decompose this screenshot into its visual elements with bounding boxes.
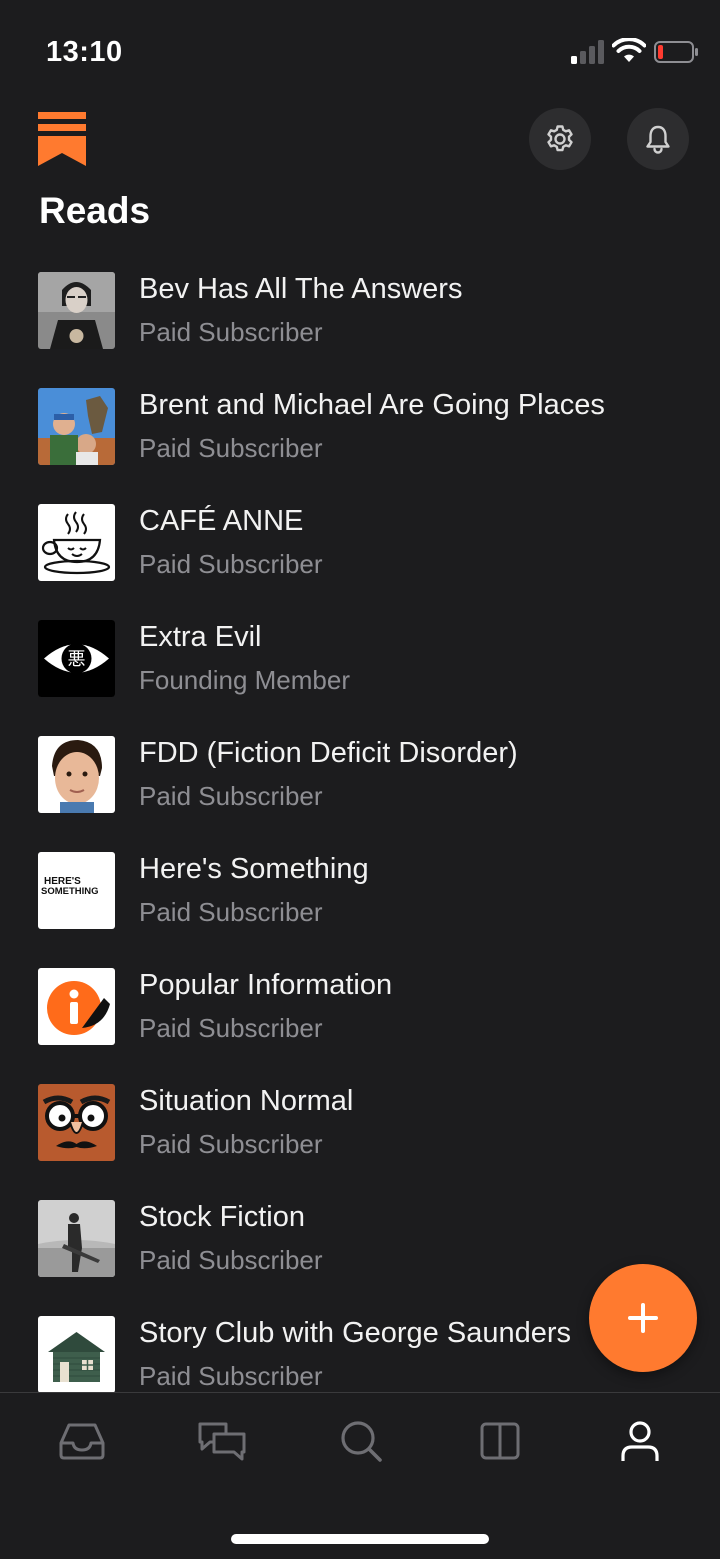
settings-icon <box>547 125 573 152</box>
publication-name: Brent and Michael Are Going Places <box>139 389 605 421</box>
publication-thumbnail <box>38 1084 115 1161</box>
notifications-button[interactable] <box>627 108 689 170</box>
bell-icon <box>646 125 670 154</box>
tab-search[interactable] <box>333 1415 389 1467</box>
thumb-text-line2: SOMETHING <box>41 886 99 897</box>
publication-thumbnail <box>38 504 115 581</box>
add-publication-button[interactable] <box>589 1264 697 1372</box>
subscription-status: Paid Subscriber <box>139 317 323 347</box>
publication-name: Popular Information <box>139 969 393 1001</box>
search-icon <box>341 1421 382 1462</box>
publication-name: Bev Has All The Answers <box>139 273 463 305</box>
publication-name: Extra Evil <box>139 621 262 653</box>
publication-thumbnail <box>38 1316 115 1392</box>
profile-icon <box>621 1421 659 1461</box>
tab-reader[interactable] <box>472 1415 528 1467</box>
inbox-icon <box>59 1423 105 1460</box>
wifi-icon <box>612 38 646 62</box>
cellular-signal-icon <box>571 40 604 64</box>
subscription-status: Paid Subscriber <box>139 1361 323 1391</box>
app-screen: 13:10 Reads Bev Has All The Answers Paid… <box>0 0 720 1559</box>
publication-name: Stock Fiction <box>139 1201 305 1233</box>
status-time: 13:10 <box>46 36 123 68</box>
list-item[interactable]: 悪 Extra Evil Founding Member <box>0 610 720 726</box>
list-item[interactable]: FDD (Fiction Deficit Disorder) Paid Subs… <box>0 726 720 842</box>
plus-icon <box>628 1303 658 1333</box>
chat-icon <box>198 1422 246 1461</box>
list-item[interactable]: Bev Has All The Answers Paid Subscriber <box>0 262 720 378</box>
publication-thumbnail <box>38 388 115 465</box>
subscription-status: Paid Subscriber <box>139 433 323 463</box>
page-title: Reads <box>39 190 151 231</box>
subscription-status: Paid Subscriber <box>139 1245 323 1275</box>
subscription-status: Paid Subscriber <box>139 1129 323 1159</box>
publication-thumbnail: HERE'S SOMETHING <box>38 852 115 929</box>
publication-name: Situation Normal <box>139 1085 354 1117</box>
publication-thumbnail <box>38 272 115 349</box>
publication-name: CAFÉ ANNE <box>139 505 304 537</box>
publication-thumbnail <box>38 736 115 813</box>
tab-chat[interactable] <box>194 1415 250 1467</box>
reader-icon <box>480 1422 520 1460</box>
substack-logo <box>38 112 86 166</box>
evil-glyph: 悪 <box>68 649 86 670</box>
publication-name: Here's Something <box>139 853 369 885</box>
publication-thumbnail <box>38 968 115 1045</box>
subscription-status: Paid Subscriber <box>139 781 323 811</box>
publication-thumbnail <box>38 1200 115 1277</box>
subscription-status: Paid Subscriber <box>139 1013 323 1043</box>
battery-low-icon <box>654 41 698 63</box>
list-item[interactable]: CAFÉ ANNE Paid Subscriber <box>0 494 720 610</box>
publications-list[interactable]: Bev Has All The Answers Paid Subscriber … <box>0 262 720 1392</box>
publication-thumbnail: 悪 <box>38 620 115 697</box>
publication-name: Story Club with George Saunders <box>139 1317 571 1349</box>
home-indicator[interactable] <box>231 1534 489 1544</box>
subscription-status: Paid Subscriber <box>139 897 323 927</box>
publication-name: FDD (Fiction Deficit Disorder) <box>139 737 518 769</box>
list-item[interactable]: Situation Normal Paid Subscriber <box>0 1074 720 1190</box>
tab-profile[interactable] <box>612 1415 668 1467</box>
list-item[interactable]: Popular Information Paid Subscriber <box>0 958 720 1074</box>
list-item[interactable]: Brent and Michael Are Going Places Paid … <box>0 378 720 494</box>
settings-button[interactable] <box>529 108 591 170</box>
subscription-status: Founding Member <box>139 665 350 695</box>
subscription-status: Paid Subscriber <box>139 549 323 579</box>
list-item[interactable]: HERE'S SOMETHING Here's Something Paid S… <box>0 842 720 958</box>
status-bar: 13:10 <box>0 0 720 100</box>
tab-inbox[interactable] <box>54 1415 110 1467</box>
